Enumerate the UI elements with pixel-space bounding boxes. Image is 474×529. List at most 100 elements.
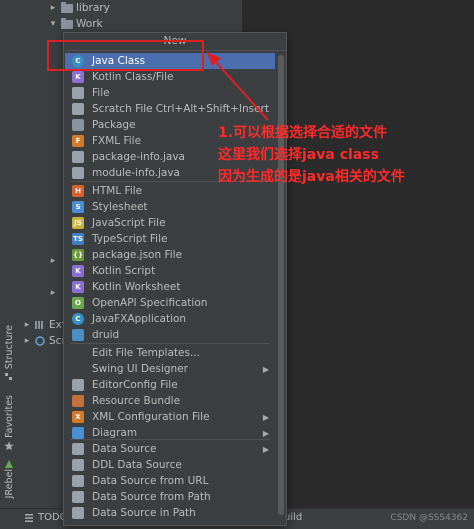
kotlin-script-icon: K bbox=[72, 265, 84, 277]
annotation-text: 1.可以根据选择合适的文件 这里我们选择java class 因为生成的是jav… bbox=[218, 122, 405, 188]
tree-row-collapsed[interactable]: ▸ bbox=[48, 285, 58, 301]
chevron-right-icon: ▶ bbox=[262, 364, 269, 374]
menu-item-label: Data Source from Path bbox=[92, 491, 211, 503]
annotation-line-1: 1.可以根据选择合适的文件 bbox=[218, 125, 388, 141]
chevron-right-icon[interactable]: ▸ bbox=[22, 320, 32, 330]
jrebel-icon bbox=[5, 460, 13, 468]
folder-icon bbox=[61, 1, 73, 13]
menu-item-label: Data Source from URL bbox=[92, 475, 209, 487]
menu-item-data-source[interactable]: Data Source ▶ bbox=[65, 441, 275, 457]
kotlin-file-icon: K bbox=[72, 71, 84, 83]
tree-row-scratches[interactable]: ▸ Scr bbox=[22, 333, 66, 349]
menu-item-package-json-file[interactable]: {} package.json File bbox=[65, 247, 275, 263]
openapi-icon: O bbox=[72, 297, 84, 309]
structure-icon bbox=[5, 373, 12, 381]
scratches-icon bbox=[35, 336, 45, 346]
menu-item-label: OpenAPI Specification bbox=[92, 297, 208, 309]
resource-bundle-icon bbox=[72, 395, 84, 407]
javascript-file-icon: JS bbox=[72, 217, 84, 229]
menu-item-openapi-specification[interactable]: O OpenAPI Specification bbox=[65, 295, 275, 311]
menu-item-druid[interactable]: druid bbox=[65, 327, 275, 343]
tree-row-collapsed[interactable]: ▸ bbox=[48, 253, 58, 269]
jrebel-tab-label: JRebel bbox=[3, 469, 15, 499]
menu-item-kotlin-worksheet[interactable]: K Kotlin Worksheet bbox=[65, 279, 275, 295]
ddl-data-source-icon bbox=[72, 459, 84, 471]
menu-item-label: XML Configuration File bbox=[92, 411, 210, 423]
tree-row-library[interactable]: ▸ library bbox=[48, 0, 110, 16]
empty-icon-slot bbox=[72, 363, 84, 375]
chevron-right-icon[interactable]: ▸ bbox=[22, 336, 32, 346]
favorites-tool-tab[interactable]: Favorites bbox=[1, 395, 17, 451]
menu-item-javascript-file[interactable]: JS JavaScript File bbox=[65, 215, 275, 231]
menu-item-swing-ui-designer[interactable]: Swing UI Designer ▶ bbox=[65, 361, 275, 377]
annotation-line-2: 这里我们选择java class bbox=[218, 147, 379, 163]
menu-item-label: File bbox=[92, 87, 110, 99]
menu-item-diagram[interactable]: Diagram ▶ bbox=[65, 425, 275, 441]
menu-item-kotlin-class-file[interactable]: K Kotlin Class/File bbox=[65, 69, 275, 85]
package-info-icon bbox=[72, 151, 84, 163]
menu-item-label: package.json File bbox=[92, 249, 183, 261]
menu-item-kotlin-script[interactable]: K Kotlin Script bbox=[65, 263, 275, 279]
menu-item-javafxapplication[interactable]: C JavaFXApplication bbox=[65, 311, 275, 327]
javafx-icon: C bbox=[72, 313, 84, 325]
chevron-right-icon[interactable]: ▸ bbox=[48, 288, 58, 298]
chevron-right-icon[interactable]: ▸ bbox=[48, 256, 58, 266]
structure-tool-tab[interactable]: Structure bbox=[1, 325, 17, 382]
watermark: CSDN @SSS4362 bbox=[390, 513, 468, 523]
menu-item-label: EditorConfig File bbox=[92, 379, 178, 391]
menu-separator bbox=[70, 343, 270, 344]
menu-item-typescript-file[interactable]: TS TypeScript File bbox=[65, 231, 275, 247]
diagram-icon bbox=[72, 427, 84, 439]
html-file-icon: H bbox=[72, 185, 84, 197]
list-icon bbox=[25, 513, 33, 522]
folder-icon bbox=[61, 17, 73, 29]
menu-item-label: JavaFXApplication bbox=[92, 313, 187, 325]
menu-item-xml-configuration-file[interactable]: X XML Configuration File ▶ bbox=[65, 409, 275, 425]
menu-item-label: Kotlin Worksheet bbox=[92, 281, 181, 293]
menu-item-edit-file-templates[interactable]: Edit File Templates... bbox=[65, 345, 275, 361]
package-icon bbox=[72, 119, 84, 131]
menu-item-label: Data Source bbox=[92, 443, 157, 455]
chevron-right-icon: ▶ bbox=[262, 428, 269, 438]
data-source-url-icon bbox=[72, 475, 84, 487]
menu-item-data-source-from-url[interactable]: Data Source from URL bbox=[65, 473, 275, 489]
highlight-box bbox=[47, 40, 204, 71]
package-json-icon: {} bbox=[72, 249, 84, 261]
menu-item-label: Data Source in Path bbox=[92, 507, 196, 519]
menu-item-shortcut: Ctrl+Alt+Shift+Insert bbox=[155, 103, 269, 115]
library-icon bbox=[35, 321, 43, 329]
data-source-icon bbox=[72, 443, 84, 455]
jrebel-tool-tab[interactable]: JRebel bbox=[1, 456, 17, 498]
menu-item-label: Resource Bundle bbox=[92, 395, 181, 407]
chevron-right-icon[interactable]: ▸ bbox=[48, 3, 58, 13]
menu-item-data-source-in-path[interactable]: Data Source in Path bbox=[65, 505, 275, 521]
menu-item-label: Swing UI Designer bbox=[92, 363, 188, 375]
typescript-file-icon: TS bbox=[72, 233, 84, 245]
menu-item-scratch-file[interactable]: Scratch File Ctrl+Alt+Shift+Insert bbox=[65, 101, 275, 117]
menu-item-ddl-data-source[interactable]: DDL Data Source bbox=[65, 457, 275, 473]
menu-item-label: Kotlin Script bbox=[92, 265, 156, 277]
todo-tool-tab[interactable]: TODO bbox=[24, 512, 68, 523]
data-source-in-path-icon bbox=[72, 507, 84, 519]
kotlin-worksheet-icon: K bbox=[72, 281, 84, 293]
menu-item-data-source-from-path[interactable]: Data Source from Path bbox=[65, 489, 275, 505]
menu-item-label: Diagram bbox=[92, 427, 138, 439]
menu-item-resource-bundle[interactable]: Resource Bundle bbox=[65, 393, 275, 409]
stylesheet-icon: S bbox=[72, 201, 84, 213]
tree-row-work[interactable]: ▾ Work bbox=[48, 16, 103, 32]
menu-item-label: druid bbox=[92, 329, 120, 341]
tree-row-external-libraries[interactable]: ▸ Ext bbox=[22, 317, 66, 333]
menu-item-file[interactable]: File bbox=[65, 85, 275, 101]
menu-item-label: Kotlin Class/File bbox=[92, 71, 174, 83]
scratch-file-icon bbox=[72, 103, 84, 115]
chevron-right-icon: ▶ bbox=[262, 444, 269, 454]
menu-item-stylesheet[interactable]: S Stylesheet bbox=[65, 199, 275, 215]
editorconfig-icon bbox=[72, 379, 84, 391]
xml-config-icon: X bbox=[72, 411, 84, 423]
menu-item-editorconfig-file[interactable]: EditorConfig File bbox=[65, 377, 275, 393]
star-icon bbox=[4, 441, 14, 451]
tree-label: library bbox=[76, 2, 110, 14]
chevron-down-icon[interactable]: ▾ bbox=[48, 19, 58, 29]
file-icon bbox=[72, 87, 84, 99]
menu-item-label: Edit File Templates... bbox=[92, 347, 200, 359]
